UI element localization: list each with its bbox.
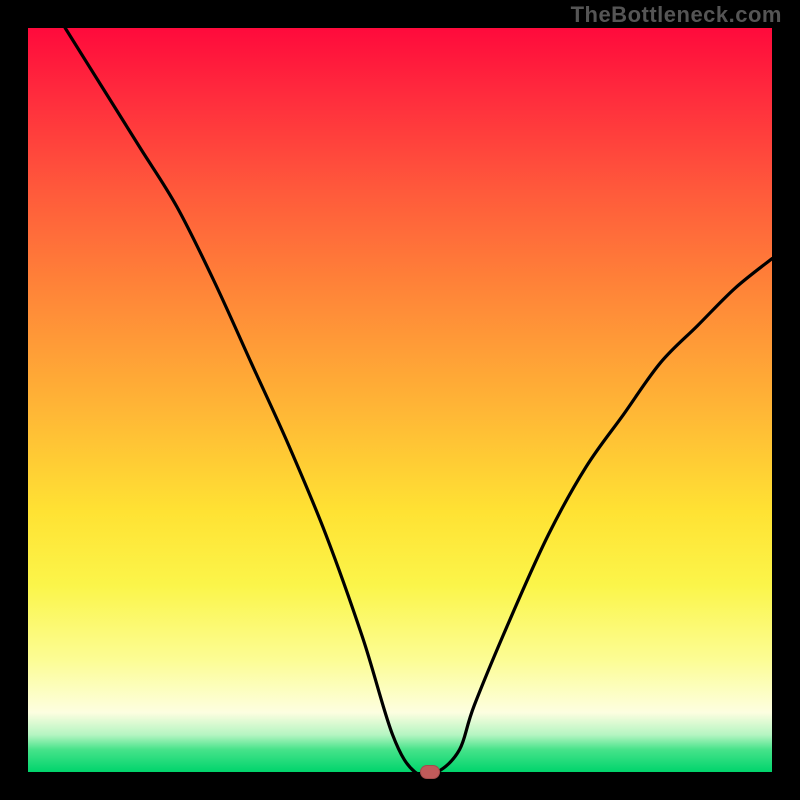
chart-frame: TheBottleneck.com [0, 0, 800, 800]
bottleneck-curve [28, 28, 772, 772]
watermark-text: TheBottleneck.com [571, 2, 782, 28]
plot-area [28, 28, 772, 772]
optimal-point-marker [420, 765, 440, 779]
